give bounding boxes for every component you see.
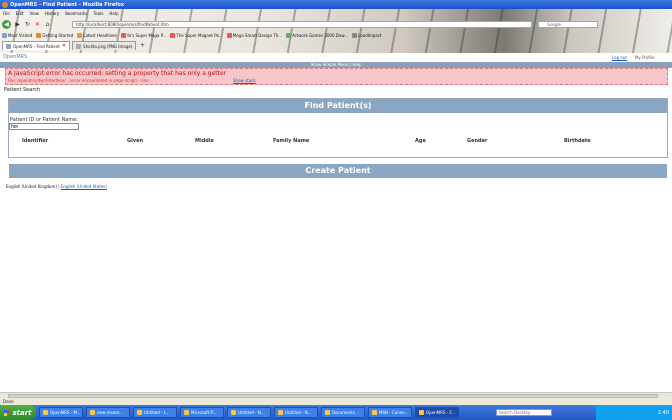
- show-stack-link[interactable]: Show stack: [233, 78, 256, 83]
- logout-link[interactable]: Log out: [612, 55, 627, 60]
- column-birthdate[interactable]: Birthdate: [564, 138, 591, 144]
- bookmark-getting-started[interactable]: Getting Started: [36, 33, 73, 38]
- menu-view[interactable]: View: [29, 11, 39, 18]
- page-icon: [286, 33, 292, 38]
- language-link-en-us[interactable]: English (United States): [61, 184, 107, 189]
- bookmark-super-mega[interactable]: Yo's Super Mega P...: [120, 33, 166, 38]
- error-message: File: /openmrs/dwr/interface/...(error e…: [8, 78, 154, 83]
- reload-icon[interactable]: ↻: [24, 21, 31, 28]
- start-button[interactable]: start: [0, 405, 36, 420]
- tab-favicon-icon: [6, 43, 11, 49]
- firefox-icon: [36, 33, 42, 38]
- column-gender[interactable]: Gender: [467, 138, 488, 144]
- back-icon[interactable]: ◀: [2, 20, 11, 29]
- create-patient-header[interactable]: Create Patient: [9, 164, 667, 178]
- bookmark-mega-smart[interactable]: Mega Smart Design Th...: [226, 33, 282, 38]
- taskbar-button[interactable]: Microsoft P...: [180, 407, 224, 418]
- column-identifier[interactable]: Identifier: [22, 138, 48, 144]
- page-icon: [120, 33, 126, 38]
- system-tray: 2:40: [596, 405, 672, 420]
- app-icon: [43, 410, 48, 415]
- window-titlebar: OpenMRS - Find Patient - Mozilla Firefox: [0, 0, 672, 9]
- taskbar-button[interactable]: OpenMRS - M...: [39, 407, 83, 418]
- folder-icon: [2, 33, 7, 38]
- app-icon: [137, 410, 142, 415]
- menu-bar: File Edit View History Bookmarks Tools H…: [0, 11, 119, 18]
- window-title: OpenMRS - Find Patient - Mozilla Firefox: [10, 1, 125, 8]
- app-icon: [231, 410, 236, 415]
- taskbar-button[interactable]: new-resear...: [86, 407, 130, 418]
- my-profile-link[interactable]: My Profile: [635, 55, 655, 60]
- page-icon: [170, 33, 176, 38]
- language-bar: English (United Kingdom) | English (Unit…: [6, 184, 107, 189]
- stop-icon[interactable]: ✕: [34, 21, 41, 28]
- forward-icon[interactable]: ▶: [14, 21, 21, 28]
- windows-logo-icon: [4, 409, 11, 416]
- rss-icon: [77, 33, 83, 38]
- browser-search-input[interactable]: Google: [538, 21, 598, 28]
- tab-image[interactable]: Sholita.png (PNG Image): [72, 41, 137, 50]
- app-icon: [372, 410, 377, 415]
- find-patient-header: Find Patient(s): [9, 99, 667, 113]
- bookmark-most-visited[interactable]: Most Visited: [2, 33, 32, 38]
- app-icon: [90, 410, 95, 415]
- page-icon: [352, 33, 358, 38]
- menu-file[interactable]: File: [3, 11, 10, 18]
- url-bar[interactable]: http://localhost:8080/openmrs/findPatien…: [72, 21, 532, 28]
- column-middle[interactable]: Middle: [195, 138, 214, 144]
- app-icon: [419, 410, 424, 415]
- desktop-search-input[interactable]: Search Desktop: [496, 409, 552, 416]
- page-header: [0, 53, 672, 61]
- openmrs-logo[interactable]: OpenMRS: [3, 54, 27, 60]
- app-icon: [184, 410, 189, 415]
- page-icon: [226, 33, 232, 38]
- taskbar-button[interactable]: MSN - Conne...: [368, 407, 412, 418]
- column-given[interactable]: Given: [127, 138, 143, 144]
- menu-bookmarks[interactable]: Bookmarks: [65, 11, 87, 18]
- bookmark-latest-headlines[interactable]: Latest Headlines: [77, 33, 117, 38]
- taskbar-button[interactable]: Documents...: [321, 407, 365, 418]
- column-age[interactable]: Age: [415, 138, 426, 144]
- firefox-icon: [2, 1, 8, 8]
- home-icon[interactable]: ⌂: [44, 21, 51, 28]
- taskbar: start OpenMRS - M... new-resear... Untit…: [0, 405, 672, 420]
- current-language: English (United Kingdom): [6, 184, 57, 189]
- patient-search-input[interactable]: [9, 123, 79, 130]
- tab-favicon-icon: [76, 43, 82, 49]
- results-table-header: Identifier Given Middle Family Name Age …: [10, 138, 666, 146]
- clock: 2:40: [657, 409, 669, 416]
- menu-history[interactable]: History: [45, 11, 59, 18]
- new-tab-icon[interactable]: +: [138, 41, 146, 49]
- taskbar-button-active[interactable]: OpenMRS - F...: [415, 407, 459, 418]
- app-icon: [325, 410, 330, 415]
- taskbar-button[interactable]: Untitled - N...: [274, 407, 318, 418]
- bookmark-super-magnet[interactable]: The Super Magnet Po...: [170, 33, 223, 38]
- taskbar-button[interactable]: Untitled - N...: [227, 407, 271, 418]
- bookmarks-toolbar: Most Visited Getting Started Latest Head…: [0, 31, 381, 40]
- menu-edit[interactable]: Edit: [16, 11, 24, 18]
- menu-help[interactable]: Help: [109, 11, 118, 18]
- taskbar-button[interactable]: Untitled - L...: [133, 407, 177, 418]
- language-separator: |: [58, 184, 60, 189]
- tab-openmrs-find-patient[interactable]: OpenMRS - Find Patient ✕: [2, 41, 71, 50]
- bookmark-artwork-games[interactable]: Artwork Games 3000 Dow...: [286, 33, 348, 38]
- column-family-name[interactable]: Family Name: [273, 138, 309, 144]
- close-tab-icon[interactable]: ✕: [62, 43, 66, 49]
- status-bar: Done: [0, 398, 672, 405]
- bookmark-loadimpact[interactable]: LoadImpact: [352, 33, 381, 38]
- tab-strip: OpenMRS - Find Patient ✕ Sholita.png (PN…: [0, 41, 146, 51]
- page-title: Patient Search: [4, 87, 41, 93]
- error-title: A JavaScript error has occurred: setting…: [8, 70, 227, 77]
- app-icon: [278, 410, 283, 415]
- menu-tools[interactable]: Tools: [94, 11, 104, 18]
